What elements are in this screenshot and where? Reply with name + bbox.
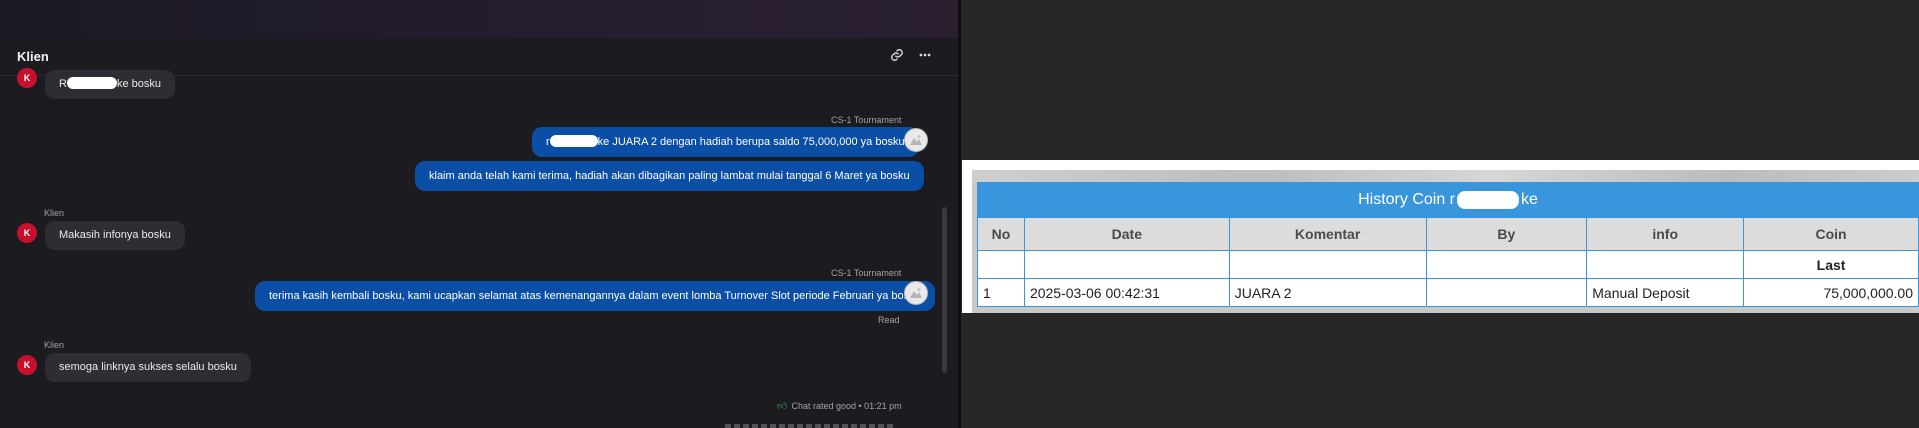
chat-panel: Klien K Rke bosku CS-1 Tournament r ke JU… xyxy=(0,0,958,428)
agent-avatar xyxy=(904,128,928,152)
thumbs-up-icon: 👍︎ xyxy=(777,401,788,412)
incoming-message: semoga linknya sukses selalu bosku xyxy=(45,353,251,382)
sender-name: Klien xyxy=(44,208,65,218)
chat-rating: 👍︎ Chat rated good • 01:21 pm xyxy=(777,401,902,412)
agent-avatar xyxy=(904,281,928,305)
history-title: History Coin r ke xyxy=(977,182,1919,217)
outgoing-message: klaim anda telah kami terima, hadiah aka… xyxy=(415,161,924,191)
column-header-info[interactable]: info xyxy=(1586,217,1745,251)
message-text-suffix: ke bosku xyxy=(116,78,161,90)
client-avatar: K xyxy=(17,68,37,88)
cell-komentar: JUARA 2 xyxy=(1228,278,1427,307)
chat-messages[interactable]: K Rke bosku CS-1 Tournament r ke JUARA 2 … xyxy=(0,68,958,428)
cell-no: 1 xyxy=(977,278,1025,307)
screen: Klien K Rke bosku CS-1 Tournament r ke JU… xyxy=(0,0,1919,428)
column-header-no[interactable]: No xyxy=(977,217,1025,251)
column-header-komentar[interactable]: Komentar xyxy=(1228,217,1427,251)
empty-cell xyxy=(977,250,1025,279)
history-table: No Date Komentar By info Coin Last 1 202… xyxy=(977,217,1919,307)
cell-by xyxy=(1425,278,1588,307)
chat-title: Klien xyxy=(17,49,49,64)
table-header-row: No Date Komentar By info Coin xyxy=(977,217,1919,251)
rating-time: 01:21 pm xyxy=(864,401,902,411)
redaction-mark xyxy=(1457,190,1519,209)
message-text-prefix: R xyxy=(59,78,67,90)
empty-cell xyxy=(1023,250,1230,279)
outgoing-message: r ke JUARA 2 dengan hadiah berupa saldo 7… xyxy=(532,127,919,157)
read-receipt: Read xyxy=(878,315,900,325)
empty-cell xyxy=(1228,250,1427,279)
outgoing-message: terima kasih kembali bosku, kami ucapkan… xyxy=(255,281,935,311)
window-top-strip xyxy=(0,0,958,38)
history-title-prefix: History Coin r xyxy=(1358,191,1455,208)
redaction-mark xyxy=(549,135,598,148)
rating-text: Chat rated good xyxy=(791,401,856,411)
history-title-suffix: ke xyxy=(1521,191,1538,208)
incoming-message: Makasih infonya bosku xyxy=(45,221,185,250)
empty-cell xyxy=(1425,250,1588,279)
decorative-background xyxy=(972,170,1919,182)
sender-name: CS-1 Tournament xyxy=(831,115,902,125)
history-coin-panel: History Coin r ke No Date Komentar By inf… xyxy=(962,160,1919,313)
client-avatar: K xyxy=(17,355,37,375)
window-divider xyxy=(958,0,961,428)
empty-cell xyxy=(1586,250,1745,279)
cell-info: Manual Deposit xyxy=(1586,278,1745,307)
link-icon[interactable] xyxy=(888,48,906,66)
subheader-row: Last xyxy=(977,250,1919,279)
cell-date: 2025-03-06 00:42:31 xyxy=(1023,278,1230,307)
incoming-message: Rke bosku xyxy=(45,70,175,99)
chat-scrollbar[interactable] xyxy=(942,207,947,373)
message-text-suffix: ke JUARA 2 dengan hadiah berupa saldo 75… xyxy=(597,136,905,148)
column-header-by[interactable]: By xyxy=(1425,217,1588,251)
cell-coin: 75,000,000.00 xyxy=(1743,278,1919,307)
table-row: 1 2025-03-06 00:42:31 JUARA 2 Manual Dep… xyxy=(977,278,1919,307)
column-header-coin[interactable]: Coin xyxy=(1743,217,1919,251)
client-avatar: K xyxy=(17,223,37,243)
redaction-mark xyxy=(66,77,117,90)
sender-name: Klien xyxy=(44,340,65,350)
sender-name: CS-1 Tournament xyxy=(831,268,902,278)
column-header-date[interactable]: Date xyxy=(1023,217,1230,251)
more-options-icon[interactable] xyxy=(916,48,934,66)
truncated-system-line xyxy=(725,424,895,428)
last-label: Last xyxy=(1743,250,1919,279)
